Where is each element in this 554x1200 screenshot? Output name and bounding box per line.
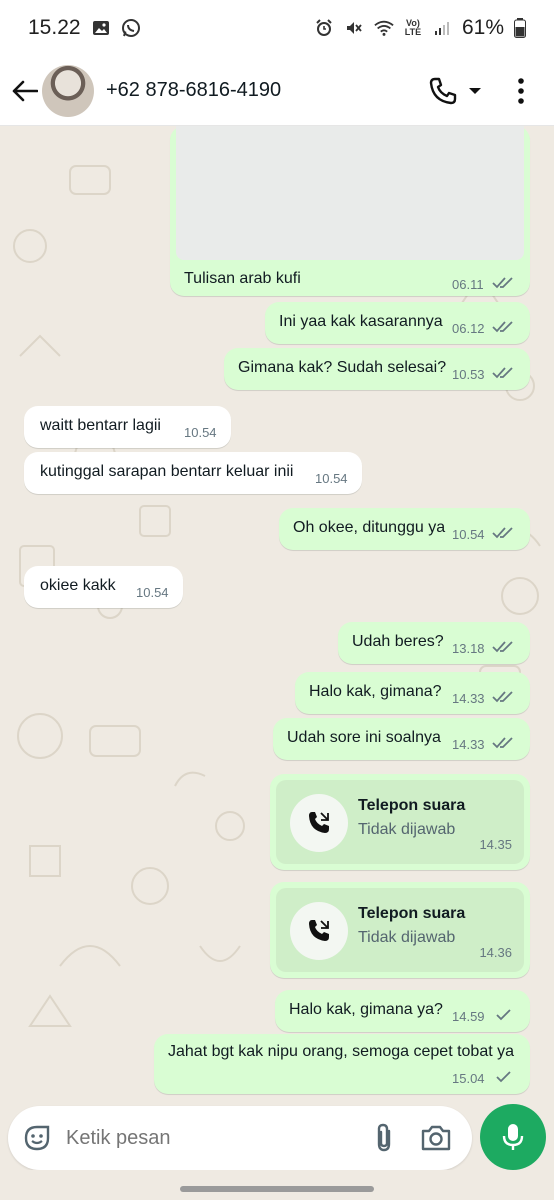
call-icon — [290, 902, 348, 960]
call-status: Tidak dijawab — [358, 821, 456, 838]
whatsapp-notification-icon — [121, 18, 141, 38]
home-indicator[interactable] — [180, 1186, 374, 1192]
message-time: 14.59 — [452, 1009, 485, 1024]
mute-icon — [344, 18, 364, 38]
sticker-button[interactable] — [8, 1123, 66, 1153]
avatar[interactable] — [42, 64, 94, 117]
sent-tick-icon — [496, 1071, 511, 1083]
message-text: okiee kakk — [40, 577, 116, 594]
message-bubble[interactable]: Tulisan arab kufi 06.11 — [170, 126, 530, 296]
message-time: 14.33 — [452, 691, 485, 706]
read-ticks-icon — [492, 367, 513, 379]
message-bubble[interactable]: Udah sore ini soalnya 14.33 — [273, 718, 530, 760]
contact-name[interactable]: +62 878-6816-4190 — [106, 79, 281, 102]
image-attachment[interactable] — [176, 126, 524, 260]
message-bubble[interactable]: Halo kak, gimana? 14.33 — [295, 672, 530, 714]
phone-icon — [429, 77, 457, 104]
missed-call-card[interactable]: Telepon suara Tidak dijawab 14.35 — [276, 780, 524, 864]
chat-header: +62 878-6816-4190 — [0, 56, 554, 126]
message-text: kutinggal sarapan bentarr keluar inii — [40, 463, 294, 480]
alarm-icon — [314, 18, 334, 38]
nav-area — [0, 1170, 554, 1200]
gallery-icon — [91, 18, 111, 38]
dropdown-caret-icon — [469, 87, 481, 94]
call-title: Telepon suara — [358, 797, 466, 814]
message-bubble[interactable]: Halo kak, gimana ya? 14.59 — [275, 990, 530, 1032]
message-time: 13.18 — [452, 641, 485, 656]
camera-button[interactable] — [410, 1124, 462, 1152]
message-text: Gimana kak? Sudah selesai? — [238, 359, 447, 376]
message-text: Tulisan arab kufi — [184, 270, 301, 287]
message-text: Halo kak, gimana? — [309, 683, 442, 700]
attach-icon — [377, 1123, 391, 1152]
message-time: 10.54 — [184, 425, 217, 440]
more-vert-icon — [518, 77, 524, 104]
call-bubble[interactable]: Telepon suara Tidak dijawab 14.36 — [270, 882, 530, 978]
call-icon — [290, 794, 348, 852]
message-time: 14.33 — [452, 737, 485, 752]
back-arrow-icon — [12, 80, 38, 101]
message-text: Udah beres? — [352, 633, 444, 650]
message-time: 06.12 — [452, 321, 485, 336]
message-text: Halo kak, gimana ya? — [289, 1001, 443, 1018]
mic-icon — [502, 1124, 524, 1150]
message-bubble[interactable]: Jahat bgt kak nipu orang, semoga cepet t… — [154, 1034, 530, 1094]
message-bubble[interactable]: Oh okee, ditunggu ya 10.54 — [279, 508, 530, 550]
message-bubble[interactable]: Gimana kak? Sudah selesai? 10.53 — [224, 348, 530, 390]
call-title: Telepon suara — [358, 905, 466, 922]
message-bubble[interactable]: Udah beres? 13.18 — [338, 622, 530, 664]
status-bar: 15.22 Vo) LTE 61% — [0, 0, 554, 56]
message-bubble[interactable]: kutinggal sarapan bentarr keluar inii 10… — [24, 452, 362, 494]
message-time: 10.54 — [452, 527, 485, 542]
sticker-icon — [24, 1125, 50, 1151]
call-time: 14.36 — [479, 945, 512, 960]
message-bubble[interactable]: okiee kakk 10.54 — [24, 566, 183, 608]
attach-button[interactable] — [358, 1123, 410, 1153]
read-ticks-icon — [492, 321, 513, 333]
read-ticks-icon — [492, 691, 513, 703]
call-bubble[interactable]: Telepon suara Tidak dijawab 14.35 — [270, 774, 530, 870]
read-ticks-icon — [492, 737, 513, 749]
message-text: waitt bentarr lagii — [40, 417, 161, 434]
read-ticks-icon — [492, 527, 513, 539]
message-text: Jahat bgt kak nipu orang, semoga cepet t… — [168, 1043, 515, 1060]
read-ticks-icon — [492, 641, 513, 653]
message-bubble[interactable]: Ini yaa kak kasarannya 06.12 — [265, 302, 530, 344]
signal-icon — [432, 18, 452, 38]
call-status: Tidak dijawab — [358, 929, 456, 946]
sent-tick-icon — [496, 1009, 511, 1021]
call-time: 14.35 — [479, 837, 512, 852]
chat-area[interactable]: Tulisan arab kufi 06.11 Ini yaa kak kasa… — [0, 126, 554, 1104]
message-input[interactable] — [66, 1126, 358, 1150]
call-dropdown-button[interactable] — [468, 69, 482, 113]
message-text: Oh okee, ditunggu ya — [293, 519, 446, 536]
message-composer — [8, 1106, 472, 1170]
message-text: Udah sore ini soalnya — [287, 729, 441, 746]
read-ticks-icon — [492, 277, 513, 289]
status-time: 15.22 — [28, 16, 81, 39]
voice-call-button[interactable] — [428, 69, 458, 113]
message-time: 10.54 — [315, 471, 348, 486]
missed-call-card[interactable]: Telepon suara Tidak dijawab 14.36 — [276, 888, 524, 972]
message-time: 10.53 — [452, 367, 485, 382]
message-time: 10.54 — [136, 585, 169, 600]
camera-icon — [421, 1125, 451, 1151]
message-time: 15.04 — [452, 1071, 485, 1086]
voice-message-button[interactable] — [480, 1104, 546, 1170]
message-bubble[interactable]: waitt bentarr lagii 10.54 — [24, 406, 231, 448]
message-text: Ini yaa kak kasarannya — [279, 313, 443, 330]
wifi-icon — [374, 18, 394, 38]
message-time: 06.11 — [452, 277, 484, 292]
battery-icon — [514, 18, 526, 38]
more-options-button[interactable] — [506, 69, 536, 113]
volte-icon: Vo) LTE — [404, 18, 422, 37]
battery-percent: 61% — [461, 16, 504, 39]
